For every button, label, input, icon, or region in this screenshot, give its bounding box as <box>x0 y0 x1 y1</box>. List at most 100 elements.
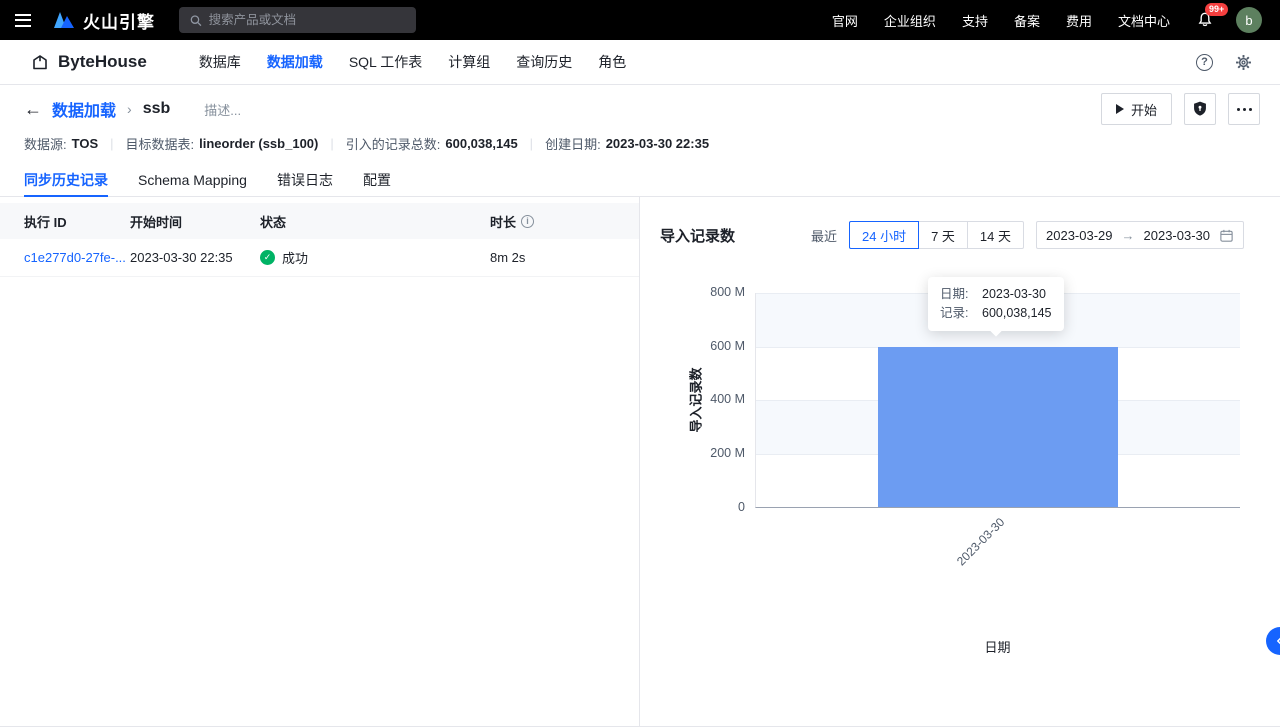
brand-name: 火山引擎 <box>83 12 155 32</box>
y-tick: 200 M <box>710 446 745 460</box>
play-icon <box>1115 104 1124 114</box>
meta-value-target-table: lineorder (ssb_100) <box>199 135 319 151</box>
y-tick: 0 <box>738 500 745 514</box>
y-axis-title: 导入记录数 <box>688 367 704 433</box>
back-arrow-icon[interactable]: ← <box>24 100 42 118</box>
nav-item-compute-groups[interactable]: 计算组 <box>446 52 492 72</box>
x-tick-label: 2023-03-30 <box>953 515 1007 569</box>
volcengine-logo[interactable]: 火山引擎 <box>52 8 155 33</box>
date-range-picker[interactable]: 2023-03-29 → 2023-03-30 <box>1036 221 1244 249</box>
topnav-link-official-site[interactable]: 官网 <box>832 11 858 30</box>
start-button-label: 开始 <box>1130 102 1157 118</box>
meta-label: 数据源: <box>24 136 67 152</box>
notification-bell[interactable]: 99+ <box>1196 3 1229 31</box>
meta-label: 目标数据表: <box>125 136 195 152</box>
tab-sync-history[interactable]: 同步历史记录 <box>24 163 108 197</box>
topnav-link-org[interactable]: 企业组织 <box>884 11 936 30</box>
top-search[interactable] <box>179 7 416 33</box>
tooltip-records-label: 记录: <box>940 306 969 320</box>
meta-label: 引入的记录总数: <box>345 136 441 152</box>
page: 火山引擎 官网 企业组织 支持 备案 费用 文档中心 99+ b <box>0 0 1280 727</box>
tab-schema-mapping[interactable]: Schema Mapping <box>138 163 247 196</box>
bytehouse-icon <box>33 55 47 70</box>
calendar-icon[interactable] <box>1219 228 1234 243</box>
status-text: 成功 <box>282 251 309 266</box>
col-execution-id: 执行 ID <box>24 214 67 230</box>
range-24h-button[interactable]: 24 小时 <box>849 221 920 249</box>
date-to[interactable]: 2023-03-30 <box>1144 228 1211 243</box>
notification-badge: 99+ <box>1205 3 1229 16</box>
info-icon[interactable]: i <box>521 214 535 228</box>
topnav-link-billing[interactable]: 费用 <box>1066 11 1092 30</box>
chart-bar[interactable] <box>878 346 1118 507</box>
chevron-left-icon <box>1277 637 1280 645</box>
col-status: 状态 <box>260 214 287 230</box>
chart-title: 导入记录数 <box>660 227 736 245</box>
collapse-panel-button[interactable] <box>1266 627 1280 655</box>
topnav-link-docs[interactable]: 文档中心 <box>1118 11 1170 30</box>
meta-value-created-date: 2023-03-30 22:35 <box>605 135 710 151</box>
nav-item-sql-worksheet[interactable]: SQL 工作表 <box>347 52 424 72</box>
nav-item-query-history[interactable]: 查询历史 <box>514 52 574 72</box>
topnav-link-filing[interactable]: 备案 <box>1014 11 1040 30</box>
nav-item-databases[interactable]: 数据库 <box>197 52 243 72</box>
table-header: 执行 ID 开始时间 状态 时长 i <box>0 203 639 239</box>
tab-bar: 同步历史记录 Schema Mapping 错误日志 配置 <box>0 163 1280 197</box>
shield-icon <box>1194 101 1206 116</box>
app-navbar: ByteHouse 数据库 数据加载 SQL 工作表 计算组 查询历史 角色 ? <box>0 40 1280 85</box>
avatar[interactable]: b <box>1236 7 1262 33</box>
page-header: ← 数据加载 › ssb 描述... 开始 <box>0 85 1280 133</box>
start-button[interactable]: 开始 <box>1100 93 1172 125</box>
col-start-time: 开始时间 <box>130 214 183 230</box>
shield-button[interactable] <box>1184 93 1216 125</box>
search-input[interactable] <box>208 13 406 27</box>
volcano-icon <box>54 12 74 28</box>
chart-header: 导入记录数 最近 24 小时 7 天 14 天 2023-03-29 → 202… <box>660 219 1244 251</box>
meta-value-total-records: 600,038,145 <box>445 135 518 151</box>
help-icon[interactable]: ? <box>1196 53 1213 71</box>
top-navbar: 火山引擎 官网 企业组织 支持 备案 费用 文档中心 99+ b <box>0 0 1280 40</box>
date-range-arrow: → <box>1121 227 1135 243</box>
row-duration: 8m 2s <box>490 250 526 265</box>
row-status: ✓ 成功 <box>260 248 490 267</box>
date-from[interactable]: 2023-03-29 <box>1046 228 1113 243</box>
chart-tooltip: 日期: 2023-03-30 记录: 600,038,145 <box>928 277 1064 331</box>
success-check-icon: ✓ <box>260 250 275 265</box>
breadcrumb-data-loading[interactable]: 数据加载 <box>52 97 116 121</box>
topnav-link-support[interactable]: 支持 <box>962 11 988 30</box>
y-tick: 800 M <box>710 285 745 299</box>
ellipsis-icon <box>1235 107 1253 111</box>
nav-item-data-loading[interactable]: 数据加载 <box>265 52 325 72</box>
bytehouse-name: ByteHouse <box>58 52 147 71</box>
page-title: ssb <box>142 100 171 117</box>
content: 执行 ID 开始时间 状态 时长 i c1e277d0-27fe-... 202… <box>0 197 1280 726</box>
recent-label: 最近 <box>810 228 837 244</box>
y-tick: 600 M <box>710 339 745 353</box>
gear-icon[interactable] <box>1235 54 1252 71</box>
breadcrumb-separator: › <box>127 101 132 117</box>
range-segmented-control: 24 小时 7 天 14 天 <box>849 221 1024 249</box>
bytehouse-logo[interactable]: ByteHouse <box>30 52 147 72</box>
hamburger-menu-icon[interactable] <box>0 0 46 40</box>
chart-panel: 导入记录数 最近 24 小时 7 天 14 天 2023-03-29 → 202… <box>640 197 1280 726</box>
execution-id-link[interactable]: c1e277d0-27fe-... <box>24 250 130 265</box>
tab-error-log[interactable]: 错误日志 <box>277 163 333 196</box>
history-table-panel: 执行 ID 开始时间 状态 时长 i c1e277d0-27fe-... 202… <box>0 197 640 726</box>
range-14d-button[interactable]: 14 天 <box>966 221 1024 249</box>
description-placeholder[interactable]: 描述... <box>204 100 241 119</box>
nav-item-roles[interactable]: 角色 <box>596 52 628 72</box>
range-7d-button[interactable]: 7 天 <box>918 221 968 249</box>
appbar-right: ? <box>1196 53 1252 71</box>
tooltip-date-value: 2023-03-30 <box>982 287 1046 301</box>
search-icon <box>190 14 202 26</box>
tooltip-date-label: 日期: <box>940 287 969 301</box>
topnav-links: 官网 企业组织 支持 备案 费用 文档中心 <box>832 11 1170 30</box>
meta-info: 数据源: TOS | 目标数据表: lineorder (ssb_100) | … <box>24 135 710 152</box>
table-row: c1e277d0-27fe-... 2023-03-30 22:35 ✓ 成功 … <box>0 239 639 277</box>
tab-config[interactable]: 配置 <box>363 163 391 196</box>
app-nav-items: 数据库 数据加载 SQL 工作表 计算组 查询历史 角色 <box>197 52 628 72</box>
row-start-time: 2023-03-30 22:35 <box>130 250 233 265</box>
tooltip-records-value: 600,038,145 <box>982 306 1052 320</box>
col-duration: 时长 i <box>490 212 639 231</box>
more-button[interactable] <box>1228 93 1260 125</box>
